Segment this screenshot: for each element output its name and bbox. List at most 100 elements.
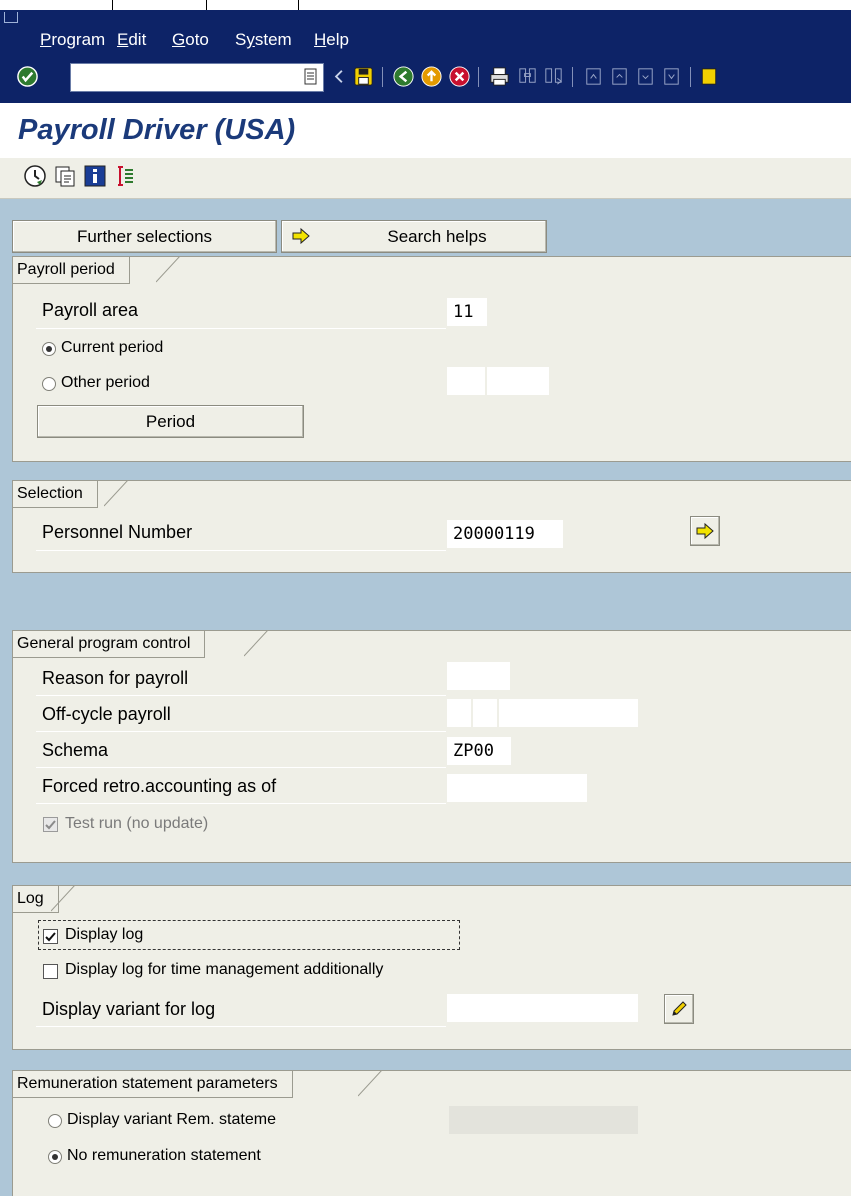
display-log-checkbox[interactable] [43,929,58,944]
search-helps-button[interactable]: Search helps [281,220,547,253]
toolbar-separator [690,67,691,87]
off-cycle-field-1[interactable] [447,699,471,727]
group-tab-slope [51,885,76,912]
find-next-icon[interactable] [542,65,565,88]
pencil-icon [672,1001,687,1016]
display-variant-rem-label: Display variant Rem. stateme [67,1111,276,1128]
toolbar-separator [572,67,573,87]
create-session-icon[interactable] [700,65,718,88]
save-icon[interactable] [352,65,375,88]
display-variant-rem-field[interactable] [449,1106,638,1134]
application-toolbar [0,158,851,199]
forced-retro-label: Forced retro.accounting as of [42,776,277,796]
current-period-label: Current period [61,339,164,356]
period-button[interactable]: Period [37,405,304,438]
payroll-period-title: Payroll period [13,257,130,284]
personnel-number-field[interactable]: 20000119 [447,520,563,548]
selection-options-icon[interactable] [113,164,137,188]
checkmark-icon [45,820,56,830]
strip-cell [206,0,299,10]
off-cycle-field-2[interactable] [473,699,497,727]
back-icon[interactable] [392,65,415,88]
label-underline [36,803,446,804]
toolbar-separator [382,67,383,87]
enter-check-icon[interactable] [16,65,39,88]
edit-variant-button[interactable] [664,994,694,1024]
payroll-area-field[interactable]: 11 [447,298,487,326]
title-bar: Payroll Driver (USA) [0,103,851,159]
info-icon[interactable] [83,164,107,188]
other-period-field[interactable] [447,367,485,395]
test-run-label: Test run (no update) [65,815,209,832]
current-period-radio[interactable] [42,342,56,356]
remuneration-title: Remuneration statement parameters [13,1071,293,1098]
other-period-label: Other period [61,374,150,391]
further-selections-label: Further selections [76,227,213,246]
system-menu-icon[interactable] [4,12,18,23]
label-underline [36,767,446,768]
menu-edit[interactable]: Edit [117,30,146,50]
exit-icon[interactable] [420,65,443,88]
last-page-icon[interactable] [660,65,683,88]
label-underline [36,695,446,696]
general-program-control-title: General program control [13,631,206,658]
group-tab-slope [156,256,181,283]
period-button-label: Period [145,412,196,431]
off-cycle-date-field[interactable] [499,699,638,727]
time-management-log-checkbox[interactable] [43,964,58,979]
strip-cell [0,0,113,10]
further-selections-button[interactable]: Further selections [12,220,277,253]
schema-label: Schema [42,740,109,760]
checkmark-icon [45,932,56,942]
schema-field[interactable]: ZP00 [447,737,511,765]
display-log-label: Display log [65,926,144,943]
arrow-right-icon [292,227,310,245]
test-run-checkbox[interactable] [43,817,58,832]
other-period-radio[interactable] [42,377,56,391]
toolbar-separator [478,67,479,87]
print-icon[interactable] [488,65,511,88]
other-period-year-field[interactable] [487,367,549,395]
no-remuneration-radio[interactable] [48,1150,62,1164]
command-history-icon[interactable] [304,68,317,85]
personnel-number-label: Personnel Number [42,522,193,542]
reason-for-payroll-label: Reason for payroll [42,668,189,688]
menu-program[interactable]: Program [40,30,105,50]
label-underline [36,328,446,329]
display-variant-rem-radio[interactable] [48,1114,62,1128]
previous-page-icon[interactable] [608,65,631,88]
reason-for-payroll-field[interactable] [447,662,510,690]
label-underline [36,731,446,732]
command-field[interactable] [70,63,324,92]
multiple-selection-button[interactable] [690,516,720,546]
forced-retro-date-field[interactable] [447,774,587,802]
group-tab-slope [358,1070,383,1097]
menu-bar: Program Edit Goto System Help [0,10,851,56]
get-variant-icon[interactable] [53,164,77,188]
standard-toolbar [0,56,851,103]
toolbar-scroll-left-icon[interactable] [332,65,346,88]
payroll-area-label: Payroll area [42,300,139,320]
strip-cell [112,0,207,10]
off-cycle-payroll-label: Off-cycle payroll [42,704,171,724]
display-variant-log-field[interactable] [447,994,638,1022]
remuneration-group: Remuneration statement parameters [12,1070,851,1196]
menu-goto[interactable]: Goto [172,30,209,50]
page-title: Payroll Driver (USA) [18,114,296,146]
no-remuneration-label: No remuneration statement [67,1147,261,1164]
execute-icon[interactable] [23,164,47,188]
group-tab-slope [104,480,129,507]
find-icon[interactable] [516,65,539,88]
selection-title: Selection [13,481,98,508]
label-underline [36,550,446,551]
label-underline [36,1026,446,1027]
menu-system[interactable]: System [235,30,292,50]
group-tab-slope [244,630,269,657]
search-helps-label: Search helps [387,227,487,246]
cancel-icon[interactable] [448,65,471,88]
arrow-right-icon [696,522,714,540]
menu-help[interactable]: Help [314,30,349,50]
first-page-icon[interactable] [582,65,605,88]
display-variant-log-label: Display variant for log [42,999,216,1019]
next-page-icon[interactable] [634,65,657,88]
